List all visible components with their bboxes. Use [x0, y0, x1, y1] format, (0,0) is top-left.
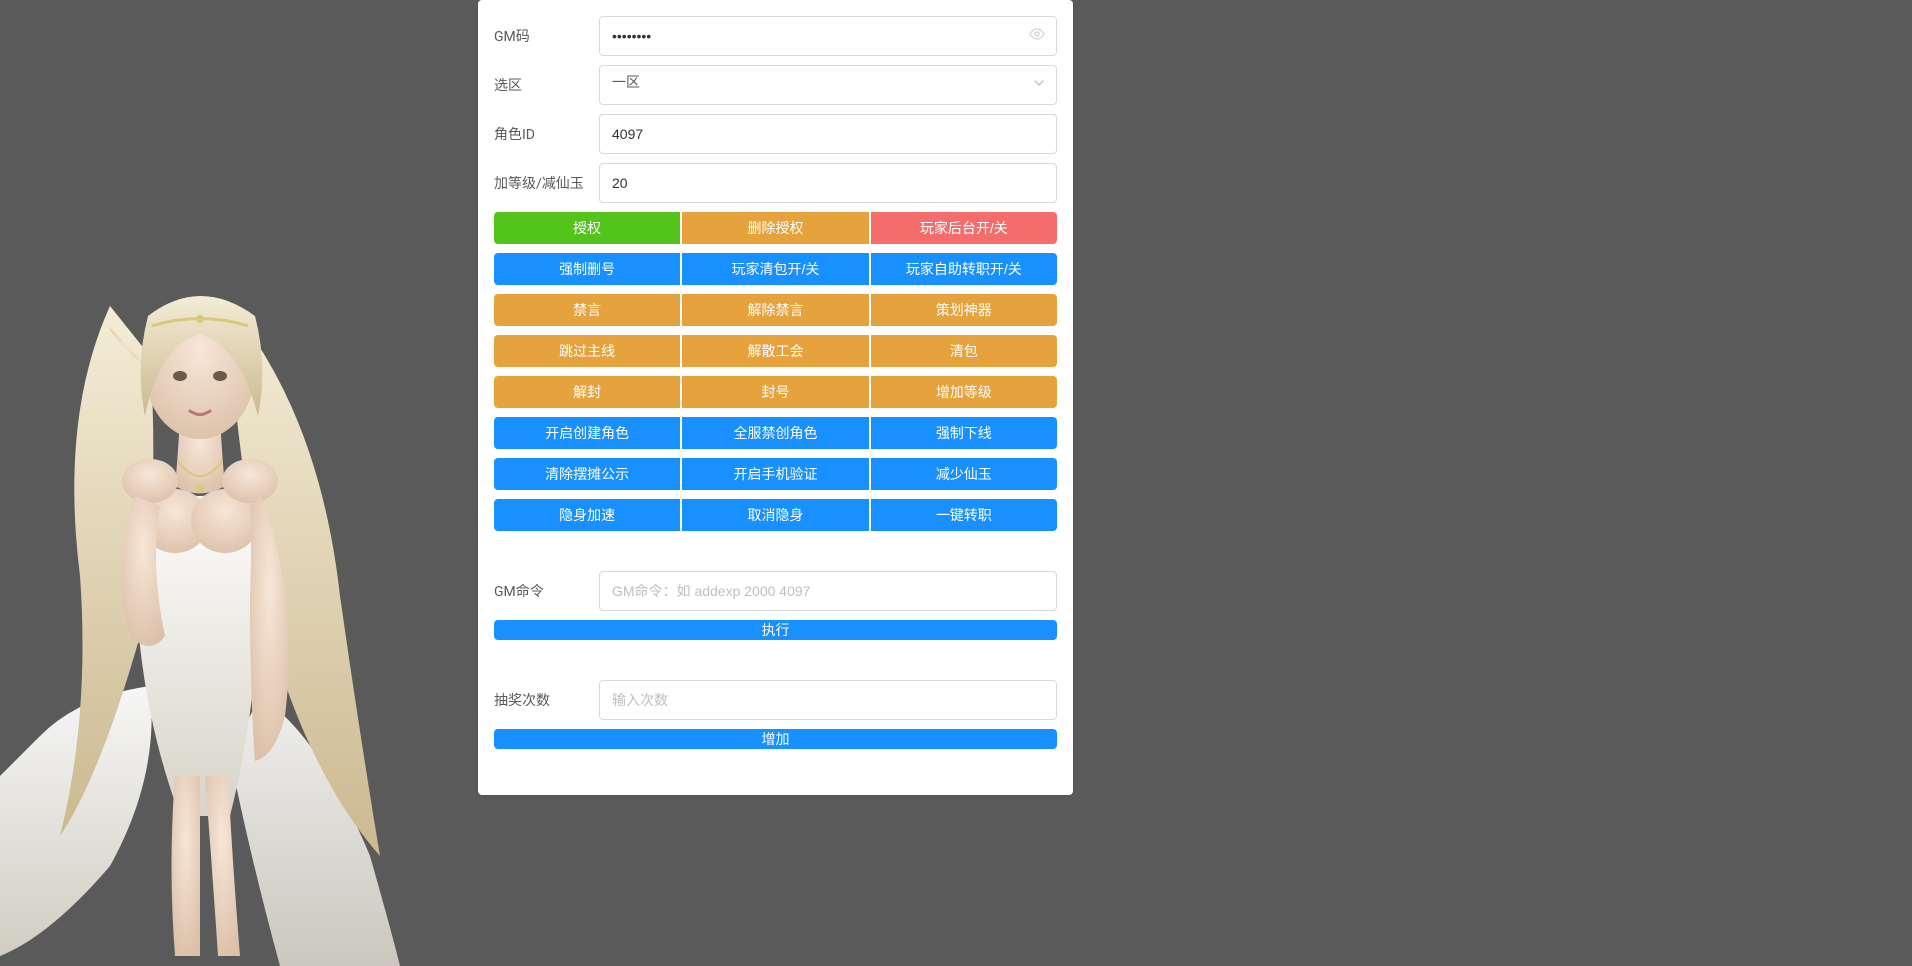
action-button[interactable]: 开启手机验证 — [682, 458, 868, 490]
label-role-id: 角色ID — [494, 124, 599, 144]
button-row: 跳过主线解散工会清包 — [494, 335, 1057, 367]
action-button[interactable]: 取消隐身 — [682, 499, 868, 531]
button-row: 禁言解除禁言策划神器 — [494, 294, 1057, 326]
input-gm-cmd[interactable] — [599, 571, 1057, 611]
button-row: 解封封号增加等级 — [494, 376, 1057, 408]
action-button[interactable]: 解除禁言 — [682, 294, 868, 326]
select-zone[interactable]: 一区 — [599, 65, 1057, 105]
action-button[interactable]: 策划神器 — [871, 294, 1057, 326]
button-row: 授权删除授权玩家后台开/关 — [494, 212, 1057, 244]
action-button[interactable]: 玩家自助转职开/关 — [871, 253, 1057, 285]
input-lottery[interactable] — [599, 680, 1057, 720]
action-button[interactable]: 增加等级 — [871, 376, 1057, 408]
row-lottery: 抽奖次数 — [494, 680, 1057, 720]
button-row: 清除摆摊公示开启手机验证减少仙玉 — [494, 458, 1057, 490]
label-gm-cmd: GM命令 — [494, 581, 599, 601]
gm-admin-panel: GM码 选区 一区 角色ID — [478, 0, 1073, 795]
action-button[interactable]: 隐身加速 — [494, 499, 680, 531]
increase-button[interactable]: 增加 — [494, 729, 1057, 749]
action-button[interactable]: 玩家后台开/关 — [871, 212, 1057, 244]
button-row: 开启创建角色全服禁创角色强制下线 — [494, 417, 1057, 449]
action-button[interactable]: 减少仙玉 — [871, 458, 1057, 490]
execute-button[interactable]: 执行 — [494, 620, 1057, 640]
label-zone: 选区 — [494, 75, 599, 95]
input-level[interactable] — [599, 163, 1057, 203]
button-row: 隐身加速取消隐身一键转职 — [494, 499, 1057, 531]
action-button[interactable]: 授权 — [494, 212, 680, 244]
action-button[interactable]: 清除摆摊公示 — [494, 458, 680, 490]
action-button[interactable]: 开启创建角色 — [494, 417, 680, 449]
action-button-grid: 授权删除授权玩家后台开/关强制删号玩家清包开/关玩家自助转职开/关禁言解除禁言策… — [494, 212, 1057, 531]
action-button[interactable]: 禁言 — [494, 294, 680, 326]
label-lottery: 抽奖次数 — [494, 690, 599, 710]
action-button[interactable]: 一键转职 — [871, 499, 1057, 531]
label-gm-code: GM码 — [494, 26, 599, 46]
eye-icon[interactable] — [1029, 26, 1045, 46]
action-button[interactable]: 全服禁创角色 — [682, 417, 868, 449]
action-button[interactable]: 清包 — [871, 335, 1057, 367]
input-gm-code[interactable] — [599, 16, 1057, 56]
row-zone: 选区 一区 — [494, 65, 1057, 105]
action-button[interactable]: 解散工会 — [682, 335, 868, 367]
action-button[interactable]: 跳过主线 — [494, 335, 680, 367]
row-gm-code: GM码 — [494, 16, 1057, 56]
input-role-id[interactable] — [599, 114, 1057, 154]
action-button[interactable]: 玩家清包开/关 — [682, 253, 868, 285]
button-row: 强制删号玩家清包开/关玩家自助转职开/关 — [494, 253, 1057, 285]
label-level: 加等级/减仙玉 — [494, 173, 599, 193]
action-button[interactable]: 删除授权 — [682, 212, 868, 244]
row-level: 加等级/减仙玉 — [494, 163, 1057, 203]
action-button[interactable]: 封号 — [682, 376, 868, 408]
row-gm-cmd: GM命令 — [494, 571, 1057, 611]
action-button[interactable]: 强制删号 — [494, 253, 680, 285]
row-role-id: 角色ID — [494, 114, 1057, 154]
character-illustration — [0, 216, 400, 966]
action-button[interactable]: 解封 — [494, 376, 680, 408]
action-button[interactable]: 强制下线 — [871, 417, 1057, 449]
